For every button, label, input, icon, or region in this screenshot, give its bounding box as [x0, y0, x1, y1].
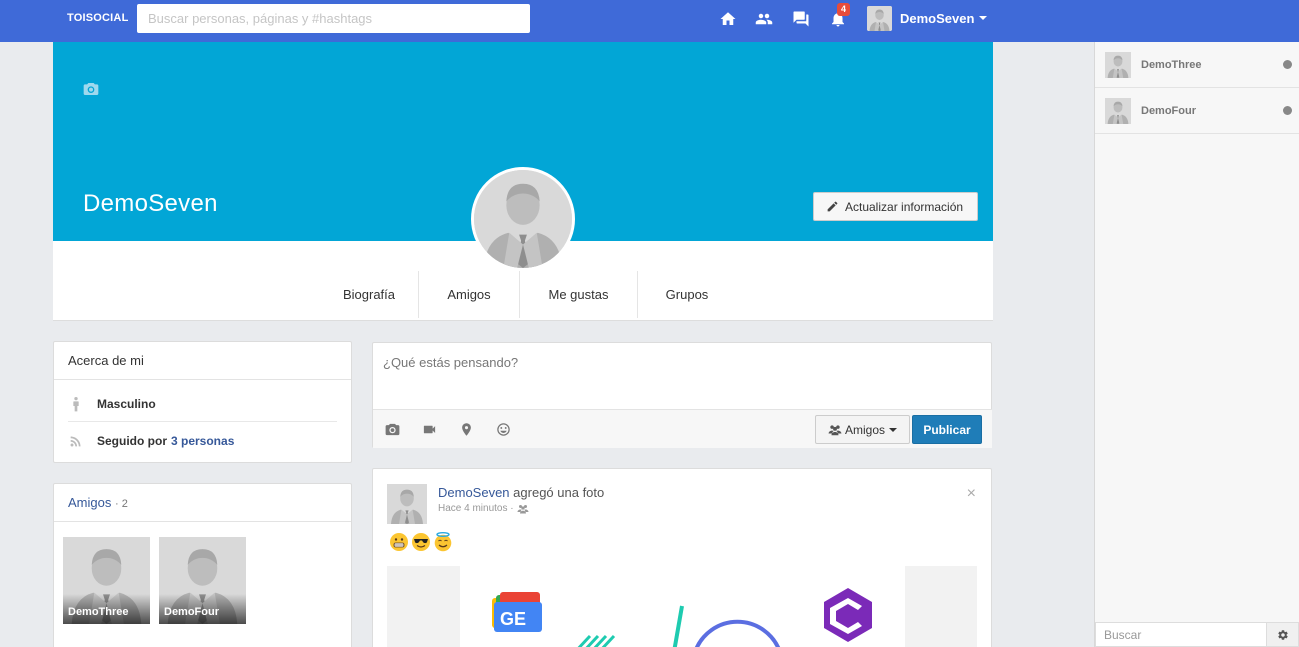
- gender-value: Masculino: [97, 397, 156, 411]
- friend-name: DemoFour: [164, 606, 219, 618]
- post-photo[interactable]: GE: [387, 566, 977, 647]
- group-icon: [517, 504, 529, 513]
- chat-sidebar: DemoThree DemoFour: [1094, 42, 1299, 647]
- location-pin-icon[interactable]: [459, 422, 474, 437]
- chevron-down-icon: [889, 427, 897, 432]
- pencil-icon: [827, 201, 838, 212]
- notifications-badge: 4: [837, 3, 850, 16]
- chat-search-input[interactable]: [1095, 622, 1267, 647]
- gender-row: Masculino: [68, 396, 156, 412]
- grimacing-emoji-icon: [390, 533, 408, 551]
- divider: [68, 421, 337, 422]
- halo-emoji-icon: [434, 532, 452, 552]
- post-header: DemoSeven agregó una foto: [438, 485, 604, 500]
- video-icon[interactable]: [422, 422, 437, 437]
- status-dot-icon: [1283, 60, 1292, 69]
- friends-count: · 2: [114, 498, 128, 510]
- camera-icon[interactable]: [83, 82, 99, 96]
- friend-name: DemoThree: [68, 606, 129, 618]
- rss-icon: [70, 436, 81, 447]
- chat-contact[interactable]: DemoFour: [1095, 88, 1299, 134]
- update-info-label: Actualizar información: [845, 199, 964, 214]
- close-icon[interactable]: ×: [967, 485, 976, 503]
- brand-logo[interactable]: TOISOCIAL: [67, 12, 129, 24]
- friends-card: Amigos · 2 DemoThree DemoFour: [53, 483, 352, 647]
- camera-icon[interactable]: [385, 422, 400, 437]
- friend-thumbnail[interactable]: DemoFour: [159, 537, 246, 624]
- post-meta: Hace 4 minutos ·: [438, 503, 529, 514]
- update-info-button[interactable]: Actualizar información: [813, 192, 978, 221]
- chat-contact[interactable]: DemoThree: [1095, 42, 1299, 88]
- male-icon: [73, 397, 79, 412]
- friends-icon[interactable]: [755, 10, 773, 28]
- about-title: Acerca de mi: [54, 342, 351, 380]
- post-author[interactable]: DemoSeven: [438, 485, 510, 500]
- profile-picture[interactable]: [471, 167, 575, 271]
- followers-link[interactable]: 3 personas: [171, 434, 234, 448]
- top-navbar: TOISOCIAL 4 DemoSeven: [0, 0, 1299, 42]
- messages-icon[interactable]: [792, 10, 810, 28]
- avatar: [1105, 97, 1131, 124]
- chat-contact-name: DemoThree: [1141, 58, 1202, 71]
- audience-label: Amigos: [844, 422, 885, 437]
- feed-post: DemoSeven agregó una foto Hace 4 minutos…: [372, 468, 992, 647]
- tab-biografia[interactable]: Biografía: [319, 271, 419, 318]
- gear-icon[interactable]: [1266, 622, 1299, 647]
- post-action: agregó una foto: [513, 485, 605, 500]
- post-time[interactable]: Hace 4 minutos ·: [438, 503, 514, 514]
- post-composer: ¿Qué estás pensando? Amigos Publicar: [372, 342, 992, 448]
- avatar: [1105, 51, 1131, 78]
- friends-title: Amigos: [68, 495, 112, 510]
- avatar[interactable]: [387, 484, 427, 524]
- emoji-icon[interactable]: [496, 422, 511, 437]
- search-input[interactable]: [137, 4, 530, 33]
- publish-button[interactable]: Publicar: [912, 415, 982, 444]
- friends-header[interactable]: Amigos · 2: [54, 484, 351, 522]
- svg-text:GE: GE: [500, 609, 526, 629]
- avatar: [867, 5, 892, 31]
- friend-thumbnail[interactable]: DemoThree: [63, 537, 150, 624]
- group-icon: [828, 424, 842, 435]
- sunglasses-emoji-icon: [412, 533, 430, 551]
- user-menu[interactable]: DemoSeven: [867, 5, 988, 31]
- post-emojis: [389, 532, 453, 552]
- tab-grupos[interactable]: Grupos: [638, 271, 736, 318]
- chat-contact-name: DemoFour: [1141, 104, 1196, 117]
- about-card: Acerca de mi Masculino Seguido por 3 per…: [53, 341, 352, 463]
- followers-row: Seguido por 3 personas: [68, 433, 234, 449]
- chevron-down-icon: [979, 16, 988, 20]
- tab-me-gustas[interactable]: Me gustas: [520, 271, 637, 318]
- status-dot-icon: [1283, 106, 1292, 115]
- tab-amigos[interactable]: Amigos: [419, 271, 519, 318]
- audience-select[interactable]: Amigos: [815, 415, 910, 444]
- home-icon[interactable]: [719, 10, 737, 28]
- profile-name: DemoSeven: [83, 190, 218, 217]
- photo-content: GE: [460, 566, 905, 647]
- user-name: DemoSeven: [900, 10, 975, 26]
- composer-toolbar: Amigos Publicar: [373, 409, 992, 448]
- followers-prefix: Seguido por: [97, 434, 167, 448]
- composer-input[interactable]: ¿Qué estás pensando?: [383, 355, 518, 370]
- photo-graphic: GE: [492, 588, 872, 647]
